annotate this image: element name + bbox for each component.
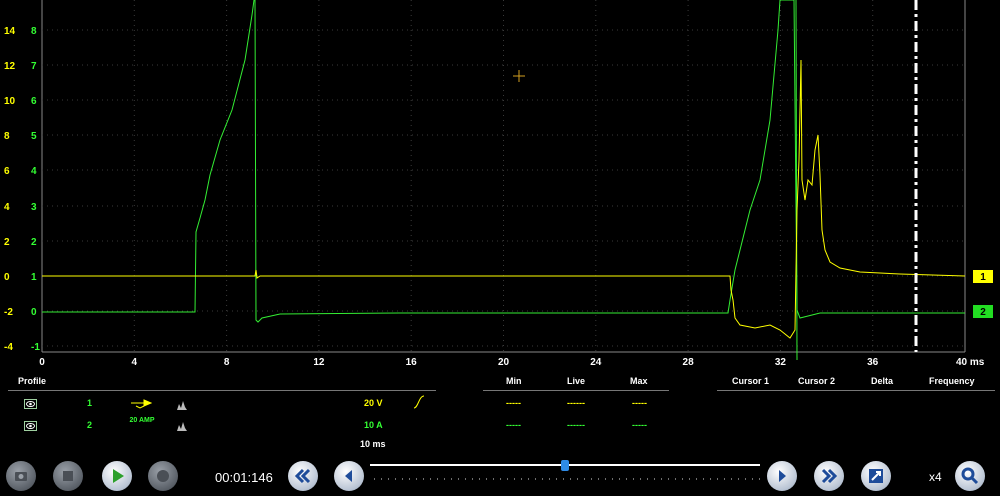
visibility-eye-icon[interactable] (24, 418, 37, 436)
y1-tick-label: -2 (4, 307, 13, 318)
trigger-slope-icon[interactable] (413, 395, 425, 414)
snapshot-button[interactable] (6, 461, 36, 491)
playback-slider[interactable] (370, 459, 762, 485)
channel-1-scale[interactable]: 20 V (364, 398, 383, 408)
magnifier-icon (961, 467, 979, 485)
x-tick-label: 20 (498, 357, 510, 368)
y1-tick-label: 4 (4, 202, 10, 213)
y2-tick-label: 6 (31, 96, 37, 107)
channel-1-min: ----- (506, 398, 521, 408)
x-tick-label: 28 (683, 357, 695, 368)
x-tick-label: 8 (224, 357, 230, 368)
x-tick-label: 36 (867, 357, 879, 368)
max-header: Max (630, 376, 648, 386)
zoom-fit-button[interactable] (861, 461, 891, 491)
channel-2-marker-label: 2 (980, 307, 986, 318)
step-forward-button[interactable] (767, 461, 797, 491)
divider (8, 390, 436, 391)
divider (717, 390, 995, 391)
timebase[interactable]: 10 ms (360, 439, 386, 449)
y2-tick-label: -1 (31, 342, 40, 353)
amp-clamp-icon[interactable]: 20 AMP (128, 414, 156, 425)
chevron-left-icon (345, 470, 352, 482)
y2-tick-label: 8 (31, 26, 37, 37)
x-tick-label: 0 (39, 357, 45, 368)
y1-tick-label: 2 (4, 237, 10, 248)
zoom-level: x4 (929, 470, 942, 484)
delta-header: Delta (871, 376, 894, 386)
y1-tick-label: 12 (4, 61, 16, 72)
y2-tick-label: 1 (31, 272, 37, 283)
y2-tick-label: 5 (31, 131, 37, 142)
camera-icon (15, 472, 27, 481)
play-button[interactable] (102, 461, 132, 491)
y1-tick-label: 0 (4, 272, 10, 283)
crosshair-icon (513, 70, 525, 82)
y1-tick-label: -4 (4, 342, 13, 353)
peak-icon[interactable] (177, 418, 187, 436)
y1-tick-label: 10 (4, 96, 16, 107)
playback-toolbar: 00:01:146 x4 (0, 455, 1000, 495)
channel-1-max: ----- (632, 398, 647, 408)
play-icon (113, 469, 124, 483)
x-axis-labels: 0 4 8 12 16 20 24 28 32 36 40 ms (39, 357, 985, 368)
y2-tick-label: 0 (31, 307, 37, 318)
y1-tick-label: 14 (4, 26, 16, 37)
y2-tick-label: 7 (31, 61, 37, 72)
channel-1-number: 1 (87, 398, 93, 408)
peak-icon[interactable] (177, 397, 187, 415)
x-tick-label: 12 (313, 357, 325, 368)
x-tick-label: 24 (590, 357, 602, 368)
x-tick-label: 16 (406, 357, 418, 368)
y2-tick-label: 3 (31, 202, 37, 213)
cursor2-header: Cursor 2 (798, 376, 836, 386)
record-button[interactable] (148, 461, 178, 491)
y2-tick-label: 2 (31, 237, 37, 248)
stop-button[interactable] (53, 461, 83, 491)
divider (483, 390, 669, 391)
chevron-right-icon (779, 470, 786, 482)
channel-2-spike (795, 0, 798, 361)
y-axis-labels: 14 8 12 7 10 6 8 5 6 4 4 3 2 2 0 1 -2 0 -4 -1 (4, 26, 40, 353)
y1-tick-label: 8 (4, 131, 10, 142)
channel-1-marker-label: 1 (980, 272, 986, 283)
scope-display[interactable]: 14 812 710 68 56 44 32 20 1-2 0-4 -1 0 4 8 12 16 20 24 28… (0, 0, 1000, 370)
stop-icon (63, 471, 73, 481)
channel-2-live: ------ (567, 420, 585, 430)
channel-1-live: ------ (567, 398, 585, 408)
probe-icon[interactable] (130, 396, 153, 414)
live-header: Live (567, 376, 586, 386)
x-tick-label: 32 (775, 357, 787, 368)
visibility-eye-icon[interactable] (24, 396, 37, 414)
expand-icon (869, 469, 883, 483)
frequency-header: Frequency (929, 376, 975, 386)
x-tick-label: 40 ms (956, 357, 985, 368)
step-back-button[interactable] (334, 461, 364, 491)
zoom-button[interactable] (955, 461, 985, 491)
double-chevron-left-icon (294, 468, 311, 484)
y1-tick-label: 6 (4, 166, 10, 177)
record-icon (157, 470, 169, 482)
x-tick-label: 4 (132, 357, 138, 368)
double-chevron-right-icon (821, 468, 838, 484)
amp-clamp-label: 20 AMP (129, 417, 155, 424)
channel-2-number: 2 (87, 420, 93, 430)
channel-1-trace (42, 59, 966, 339)
channel-2-min: ----- (506, 420, 521, 430)
time-readout: 00:01:146 (215, 470, 273, 485)
channel-2-scale[interactable]: 10 A (364, 420, 383, 430)
slider-thumb[interactable] (561, 460, 569, 471)
min-header: Min (506, 376, 522, 386)
scope-grid (41, 0, 966, 353)
rewind-button[interactable] (288, 461, 318, 491)
y2-tick-label: 4 (31, 166, 37, 177)
cursor1-header: Cursor 1 (732, 376, 770, 386)
fast-forward-button[interactable] (814, 461, 844, 491)
profile-header: Profile (18, 376, 47, 386)
channel-2-max: ----- (632, 420, 647, 430)
